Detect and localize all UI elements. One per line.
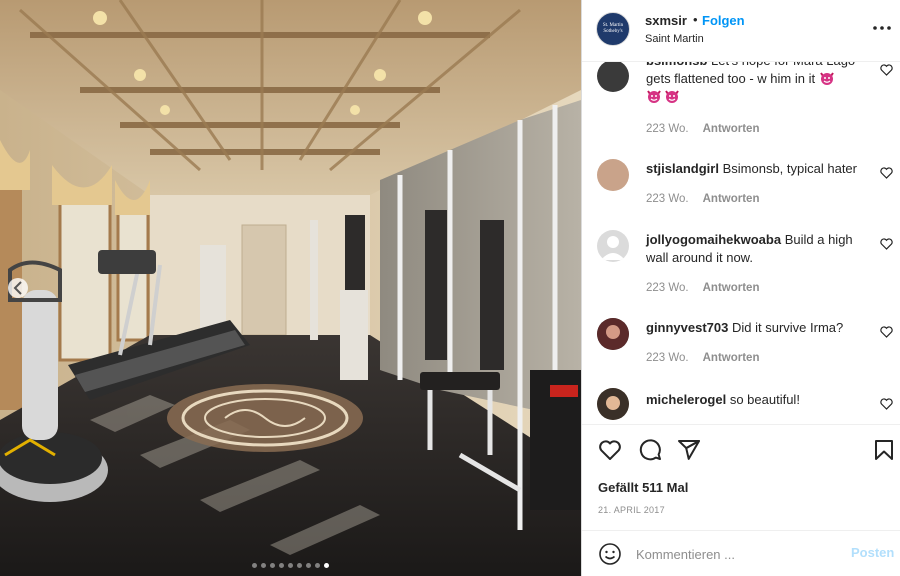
comment-text: Did it survive Irma? xyxy=(732,320,844,335)
more-options-icon[interactable] xyxy=(872,20,892,36)
comment-icon[interactable] xyxy=(638,438,662,462)
carousel-dot xyxy=(252,563,257,568)
carousel-dot xyxy=(297,563,302,568)
comment-body: stjislandgirl Bsimonsb, typical hater xyxy=(646,160,866,178)
carousel-dot xyxy=(270,563,275,568)
devil-emoji-icon xyxy=(665,90,679,103)
like-comment-icon[interactable] xyxy=(880,326,893,338)
author-avatar[interactable]: St. Martin Sotheby's xyxy=(596,12,630,46)
comment-age: 223 Wo. xyxy=(646,123,689,135)
comment-body: michelerogel so beautiful! xyxy=(646,391,866,409)
comment-text: so beautiful! xyxy=(729,392,800,407)
comment-meta: 223 Wo. Antworten xyxy=(646,282,759,294)
reply-button[interactable]: Antworten xyxy=(703,352,760,364)
reply-button[interactable]: Antworten xyxy=(703,123,760,135)
commenter-avatar[interactable] xyxy=(597,318,629,350)
comment-text: Bsimonsb, typical hater xyxy=(722,161,857,176)
bookmark-icon[interactable] xyxy=(872,438,896,462)
reply-button[interactable]: Antworten xyxy=(703,282,760,294)
comment-composer: Posten xyxy=(582,530,900,576)
post-comment-button[interactable]: Posten xyxy=(851,545,894,560)
comment-age: 223 Wo. xyxy=(646,352,689,364)
post-side-panel: St. Martin Sotheby's sxmsir • Folgen Sai… xyxy=(581,0,900,576)
comment-age: 223 Wo. xyxy=(646,193,689,205)
carousel-dot xyxy=(288,563,293,568)
comment-username[interactable]: ginnyvest703 xyxy=(646,320,728,335)
like-comment-icon[interactable] xyxy=(880,398,893,410)
like-comment-icon[interactable] xyxy=(880,238,893,250)
avatar-photo xyxy=(597,388,629,420)
comment-list[interactable]: bsimonsb Let's hope for Mara Lago gets f… xyxy=(582,62,900,424)
post-actions: Gefällt 511 Mal 21. APRIL 2017 xyxy=(582,424,900,530)
emoji-picker-icon[interactable] xyxy=(598,542,622,566)
comment-input[interactable] xyxy=(636,544,836,564)
comment-meta: 223 Wo. Antworten xyxy=(646,352,759,364)
commenter-avatar[interactable] xyxy=(597,159,629,191)
like-comment-icon[interactable] xyxy=(880,64,893,76)
devil-emoji-icon xyxy=(647,90,661,103)
commenter-avatar[interactable] xyxy=(597,230,629,262)
follow-button[interactable]: Folgen xyxy=(702,13,745,28)
avatar-photo xyxy=(597,318,629,350)
comment-meta: 223 Wo. Antworten xyxy=(646,193,759,205)
share-icon[interactable] xyxy=(677,438,701,462)
avatar-logo-text: St. Martin Sotheby's xyxy=(602,23,624,34)
carousel-dot xyxy=(324,563,329,568)
like-count[interactable]: Gefällt 511 Mal xyxy=(598,480,688,495)
commenter-avatar[interactable] xyxy=(597,62,629,92)
post-date[interactable]: 21. APRIL 2017 xyxy=(598,505,665,515)
carousel-dot xyxy=(261,563,266,568)
like-comment-icon[interactable] xyxy=(880,167,893,179)
comment-username[interactable]: stjislandgirl xyxy=(646,161,719,176)
post-photo[interactable] xyxy=(0,0,581,576)
carousel-dot xyxy=(306,563,311,568)
carousel-dot xyxy=(279,563,284,568)
post-location[interactable]: Saint Martin xyxy=(645,33,704,45)
reply-button[interactable]: Antworten xyxy=(703,193,760,205)
comment-body: bsimonsb Let's hope for Mara Lago gets f… xyxy=(646,62,866,106)
post-header: St. Martin Sotheby's sxmsir • Folgen Sai… xyxy=(582,0,900,62)
comment-username[interactable]: jollyogomaihekwoaba xyxy=(646,232,781,247)
carousel-indicator xyxy=(0,563,581,568)
comment-body: jollyogomaihekwoaba Build a high wall ar… xyxy=(646,231,866,267)
like-heart-icon[interactable] xyxy=(598,438,622,462)
comment-body: ginnyvest703 Did it survive Irma? xyxy=(646,319,866,337)
devil-emoji-icon xyxy=(819,72,834,85)
comment-username[interactable]: bsimonsb xyxy=(646,62,707,68)
gym-photo-illustration xyxy=(0,0,581,576)
comment-username[interactable]: michelerogel xyxy=(646,392,726,407)
comment-age: 223 Wo. xyxy=(646,282,689,294)
carousel-dot xyxy=(315,563,320,568)
default-avatar-icon xyxy=(601,236,625,260)
comment-meta: 223 Wo. Antworten xyxy=(646,123,759,135)
commenter-avatar[interactable] xyxy=(597,388,629,420)
header-separator: • xyxy=(693,12,698,27)
author-username[interactable]: sxmsir xyxy=(645,13,687,28)
